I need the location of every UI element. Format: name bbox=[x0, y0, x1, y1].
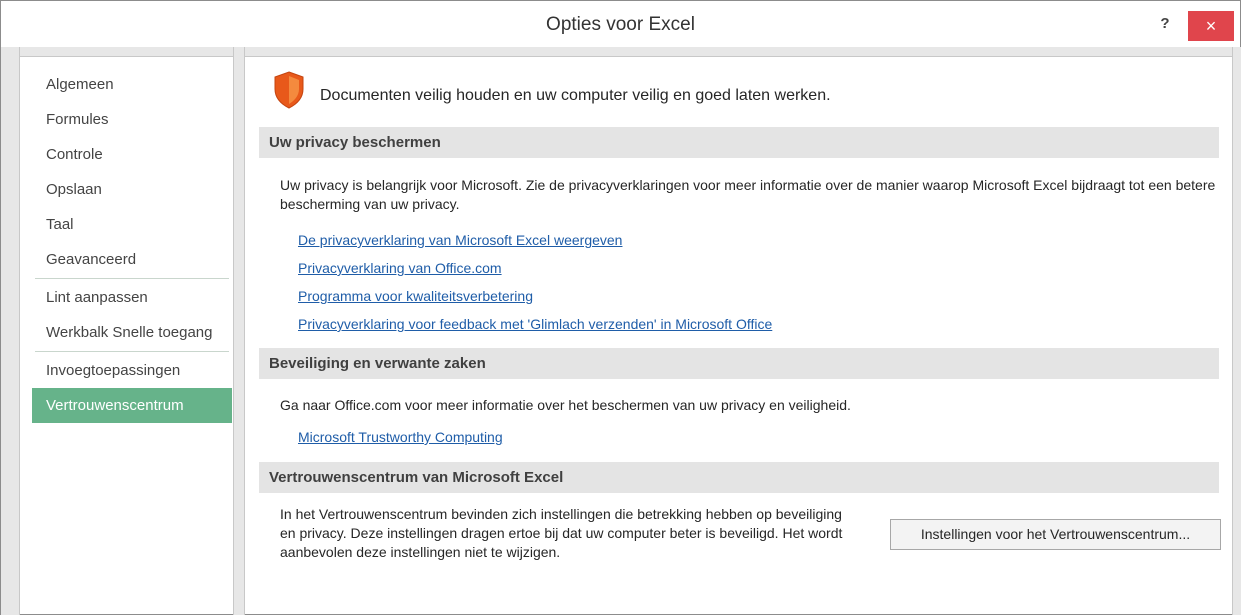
trust-center-settings-button[interactable]: Instellingen voor het Vertrouwenscentrum… bbox=[890, 519, 1221, 550]
sidebar-item-invoegtoepassingen[interactable]: Invoegtoepassingen bbox=[32, 353, 232, 388]
intro-row: Documenten veilig houden en uw computer … bbox=[259, 67, 1219, 127]
sidebar-item-lint-aanpassen[interactable]: Lint aanpassen bbox=[32, 280, 232, 315]
sidebar-item-controle[interactable]: Controle bbox=[32, 137, 232, 172]
sidebar-item-opslaan[interactable]: Opslaan bbox=[32, 172, 232, 207]
link-privacy-office-com[interactable]: Privacyverklaring van Office.com bbox=[259, 254, 1219, 282]
title-bar: Opties voor Excel ? × bbox=[1, 1, 1240, 47]
link-trustworthy-computing[interactable]: Microsoft Trustworthy Computing bbox=[259, 423, 1219, 451]
frame-left bbox=[1, 47, 20, 615]
link-privacy-feedback[interactable]: Privacyverklaring voor feedback met 'Gli… bbox=[259, 310, 1219, 338]
section-header-security: Beveiliging en verwante zaken bbox=[259, 348, 1219, 379]
section-header-privacy: Uw privacy beschermen bbox=[259, 127, 1219, 158]
sidebar-divider bbox=[35, 351, 229, 352]
trust-center-panel: Documenten veilig houden en uw computer … bbox=[259, 67, 1221, 560]
help-button[interactable]: ? bbox=[1151, 13, 1179, 35]
close-icon: × bbox=[1205, 16, 1217, 36]
sidebar-item-taal[interactable]: Taal bbox=[32, 207, 232, 242]
link-privacy-excel[interactable]: De privacyverklaring van Microsoft Excel… bbox=[259, 226, 1219, 254]
intro-text: Documenten veilig houden en uw computer … bbox=[320, 87, 831, 104]
frame-top bbox=[1, 47, 1241, 57]
sidebar-item-algemeen[interactable]: Algemeen bbox=[32, 67, 232, 102]
close-button[interactable]: × bbox=[1188, 11, 1234, 41]
trust-center-text: In het Vertrouwenscentrum bevinden zich … bbox=[280, 506, 843, 560]
shield-icon bbox=[274, 71, 304, 109]
options-dialog: Opties voor Excel ? × Algemeen Formules … bbox=[0, 0, 1241, 615]
frame-divider bbox=[233, 47, 245, 615]
privacy-text: Uw privacy is belangrijk voor Microsoft.… bbox=[280, 177, 1216, 212]
section-header-trust-center: Vertrouwenscentrum van Microsoft Excel bbox=[259, 462, 1219, 493]
sidebar-item-formules[interactable]: Formules bbox=[32, 102, 232, 137]
sidebar-divider bbox=[35, 278, 229, 279]
link-quality-program[interactable]: Programma voor kwaliteitsverbetering bbox=[259, 282, 1219, 310]
frame-right bbox=[1232, 47, 1241, 615]
trust-center-row: In het Vertrouwenscentrum bevinden zich … bbox=[259, 493, 1221, 560]
sidebar-item-werkbalk-snelle-toegang[interactable]: Werkbalk Snelle toegang bbox=[32, 315, 232, 350]
sidebar-item-geavanceerd[interactable]: Geavanceerd bbox=[32, 242, 232, 277]
window-title: Opties voor Excel bbox=[546, 14, 695, 35]
options-sidebar: Algemeen Formules Controle Opslaan Taal … bbox=[32, 67, 232, 423]
sidebar-item-vertrouwenscentrum[interactable]: Vertrouwenscentrum bbox=[32, 388, 232, 423]
security-text: Ga naar Office.com voor meer informatie … bbox=[280, 397, 851, 413]
